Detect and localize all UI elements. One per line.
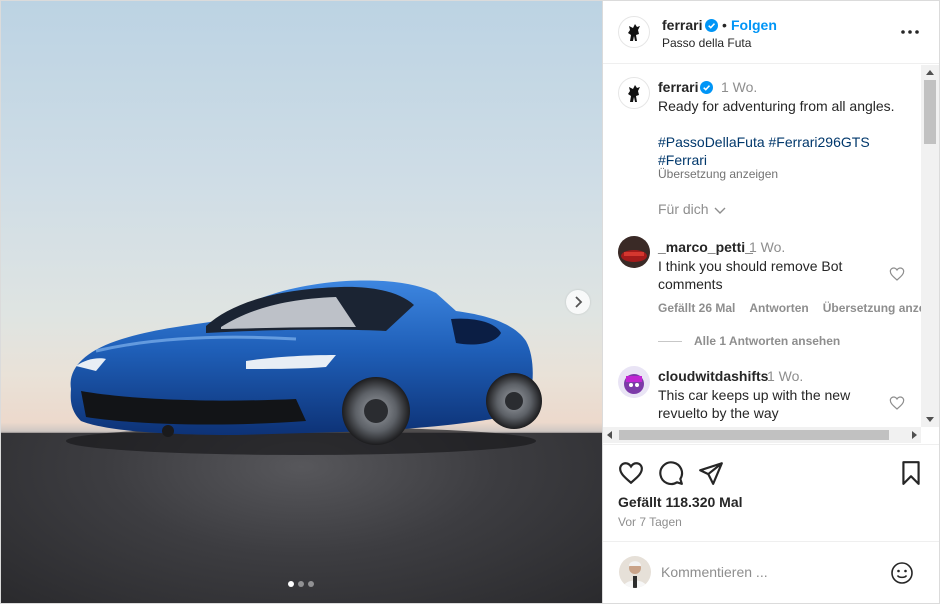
comment-text: I think you should remove Bot comments [658,258,843,292]
comment-timestamp[interactable]: 1 Wo. [749,239,785,255]
caption-username[interactable]: ferrari [658,79,698,95]
caption-text: Ready for adventuring from all angles. #… [658,97,918,169]
bookmark-icon[interactable] [898,460,924,486]
likes-count[interactable]: Gefällt 118.320 Mal [618,494,743,510]
post-actions: Gefällt 118.320 Mal Vor 7 Tagen [603,444,939,556]
scroll-up-arrow-icon[interactable] [926,70,934,75]
comments-horizontal-scrollbar[interactable] [603,427,921,443]
hashtag-link[interactable]: #PassoDellaFuta [658,134,765,150]
post-image[interactable] [1,1,602,603]
scroll-down-arrow-icon[interactable] [926,417,934,422]
comment-filter-label: Für dich [658,201,709,217]
user-avatar-image [619,556,651,588]
comment-input[interactable] [661,561,881,583]
chevron-down-icon [714,207,726,214]
scroll-right-arrow-icon[interactable] [912,431,917,439]
hashtag-link[interactable]: #Ferrari296GTS [769,134,870,150]
view-replies-label: Alle 1 Antworten ansehen [694,334,841,348]
comment-text: This car keeps up with the new revuelto … [658,387,851,421]
reply-button[interactable]: Antworten [749,301,808,315]
carousel-dot [308,581,314,587]
post-header: ferrari • Folgen Passo della Futa [603,1,939,64]
replies-divider-line [658,341,682,343]
comments-vertical-scrollbar[interactable] [921,65,939,427]
prancing-horse-logo-icon [628,24,640,41]
car-photo [66,280,542,455]
add-comment-bar [603,541,939,603]
post-location[interactable]: Passo della Futa [662,36,751,50]
smiley-icon[interactable] [890,561,914,585]
scroll-left-arrow-icon[interactable] [607,431,612,439]
post-sidebar: ferrari • Folgen Passo della Futa ferrar… [603,1,939,603]
commenter-avatar-image [618,366,650,398]
next-slide-button[interactable] [566,290,590,314]
current-user-avatar [619,556,651,588]
comment-timestamp[interactable]: 1 Wo. [767,368,803,384]
comment-actions: Gefällt 26 Mal Antworten Übersetzung anzei… [658,301,939,315]
avatar[interactable] [618,77,650,109]
carousel-dot [298,581,304,587]
scrollbar-thumb[interactable] [924,80,936,144]
post-author-username[interactable]: ferrari [662,17,702,33]
comment-filter-dropdown[interactable]: Für dich [658,201,726,217]
scrollbar-thumb[interactable] [619,430,889,440]
verified-badge-icon [700,80,713,98]
caption-translate-link[interactable]: Übersetzung anzeigen [658,167,778,181]
separator-dot: • [722,17,727,33]
heart-icon[interactable] [618,460,644,486]
comment-username[interactable]: cloudwitdashifts [658,368,768,384]
view-replies-button[interactable]: Alle 1 Antworten ansehen [658,334,840,348]
comment-bubble-icon[interactable] [658,460,684,486]
like-comment-heart-icon[interactable] [889,395,905,411]
avatar[interactable] [618,236,650,268]
verified-badge-icon [705,18,718,36]
comment-username[interactable]: _marco_petti_ [658,239,753,255]
avatar[interactable] [618,16,650,48]
like-comment-heart-icon[interactable] [889,266,905,282]
road-surface [1,433,602,603]
carousel-indicator [288,581,314,587]
prancing-horse-logo-icon [628,85,640,102]
carousel-dot [288,581,294,587]
avatar[interactable] [618,366,650,398]
chevron-right-icon [575,296,583,308]
follow-button[interactable]: Folgen [731,17,777,33]
caption-timestamp[interactable]: 1 Wo. [721,79,757,95]
paper-plane-icon[interactable] [698,460,724,486]
more-horizontal-icon[interactable] [899,21,921,43]
commenter-avatar-image [618,236,650,268]
hashtag-link[interactable]: #Ferrari [658,152,707,168]
caption-body: Ready for adventuring from all angles. [658,98,895,114]
comment-likes-count[interactable]: Gefällt 26 Mal [658,301,735,315]
post-date[interactable]: Vor 7 Tagen [618,515,682,529]
comments-list[interactable]: ferrari 1 Wo. Ready for adventuring from… [603,65,939,427]
